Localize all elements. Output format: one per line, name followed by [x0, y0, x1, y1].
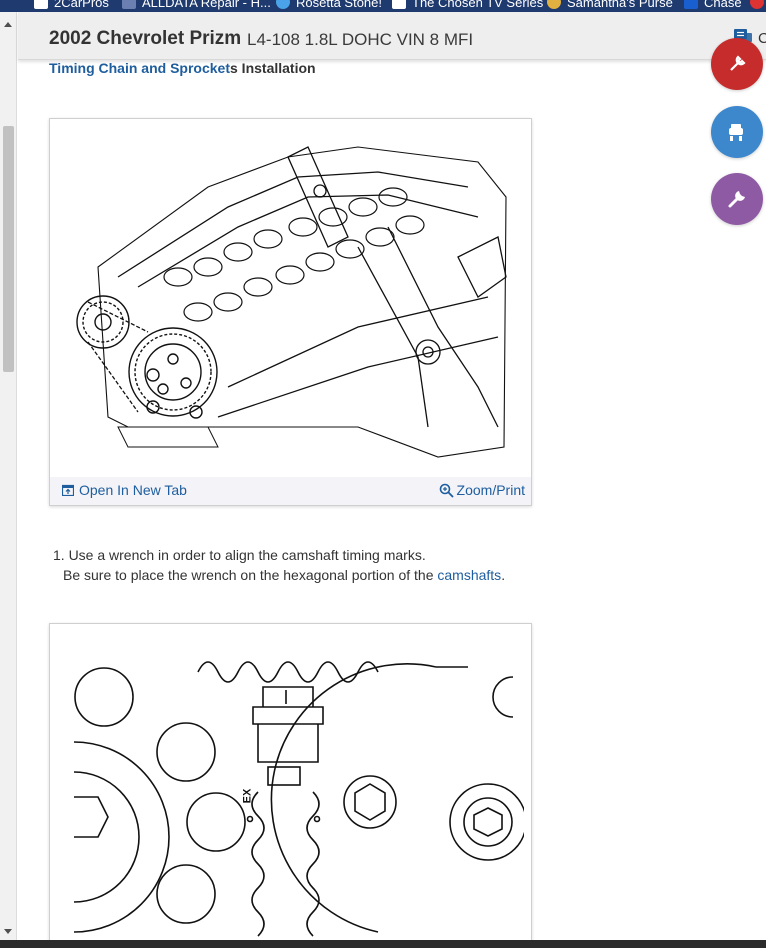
step-1-note-prefix: Be sure to place the wrench on the hexag…: [63, 567, 438, 583]
bookmark-extra-icon: [750, 0, 764, 9]
open-in-new-tab-label: Open In New Tab: [79, 482, 187, 498]
ex-mark-label: EX: [241, 788, 254, 804]
bookmarks-bar: 2CarPros ALLDATA Repair - H... Rosetta S…: [0, 0, 766, 12]
breadcrumb-rest: s Installation: [230, 60, 316, 76]
tools-fab[interactable]: [711, 173, 763, 225]
engine-illustration[interactable]: [58, 127, 524, 479]
red-fab[interactable]: [711, 38, 763, 90]
bookmark-label: Chase: [704, 0, 742, 10]
taskbar-strip: [0, 940, 766, 948]
vertical-scrollbar[interactable]: [0, 12, 17, 940]
vehicle-title: 2002 Chevrolet Prizm: [49, 28, 242, 49]
bookmark-label: The Chosen TV Series: [412, 0, 544, 10]
bookmark-extra[interactable]: [750, 0, 764, 10]
camshafts-link[interactable]: camshafts: [437, 567, 501, 583]
bookmark-rosetta[interactable]: Rosetta Stone!: [276, 0, 382, 10]
step-1-note-suffix: .: [501, 567, 506, 583]
open-in-new-tab-button[interactable]: Open In New Tab: [62, 482, 187, 498]
bookmark-chase[interactable]: Chase: [684, 0, 742, 10]
bookmark-label: 2CarPros: [54, 0, 109, 10]
bookmark-label: ALLDATA Repair - H...: [142, 0, 271, 10]
breadcrumb-link[interactable]: Timing Chain and Sprocket: [49, 60, 230, 76]
timing-marks-illustration[interactable]: [58, 632, 524, 943]
step-1-text: 1. Use a wrench in order to align the ca…: [53, 547, 426, 563]
scroll-down-arrow[interactable]: [4, 929, 12, 934]
procedure-steps: 1. Use a wrench in order to align the ca…: [53, 545, 673, 585]
samaritans-icon: [547, 0, 561, 9]
breadcrumb: Timing Chain and Sprockets Installation: [49, 60, 316, 76]
bookmark-label: Samantha's Purse: [567, 0, 673, 10]
open-new-tab-icon: [62, 484, 74, 496]
step-1-note: Be sure to place the wrench on the hexag…: [53, 565, 673, 585]
bookmark-samaritans[interactable]: Samantha's Purse: [547, 0, 673, 10]
chase-icon: [684, 0, 698, 9]
wrench-icon: [728, 191, 745, 208]
engine-subtitle: L4-108 1.8L DOHC VIN 8 MFI: [247, 30, 474, 49]
chat-label[interactable]: C: [758, 30, 766, 47]
wrench-tag-icon: [730, 55, 746, 71]
figure-toolbar: Open In New Tab Zoom/Print: [50, 477, 531, 505]
bookmark-alldata[interactable]: ALLDATA Repair - H...: [122, 0, 271, 10]
zoom-print-button[interactable]: Zoom/Print: [439, 482, 525, 498]
2carpros-icon: [34, 0, 48, 9]
bookmark-2carpros[interactable]: 2CarPros: [34, 0, 109, 10]
scroll-thumb[interactable]: [3, 126, 14, 372]
bookmark-label: Rosetta Stone!: [296, 0, 382, 10]
lift-fab[interactable]: [711, 106, 763, 158]
car-lift-icon: [729, 124, 743, 141]
zoom-icon: [439, 483, 454, 498]
bookmark-chosen[interactable]: The Chosen TV Series: [392, 0, 543, 10]
figure-timing-marks: EX: [49, 623, 532, 943]
scroll-up-arrow[interactable]: [4, 22, 12, 27]
zoom-print-label: Zoom/Print: [456, 482, 525, 498]
figure-timing-chain: Open In New Tab Zoom/Print: [49, 118, 532, 506]
chosen-icon: [392, 0, 406, 9]
page-header: 2002 Chevrolet Prizm L4-108 1.8L DOHC VI…: [18, 12, 766, 60]
rosetta-icon: [276, 0, 290, 9]
alldata-icon: [122, 0, 136, 9]
